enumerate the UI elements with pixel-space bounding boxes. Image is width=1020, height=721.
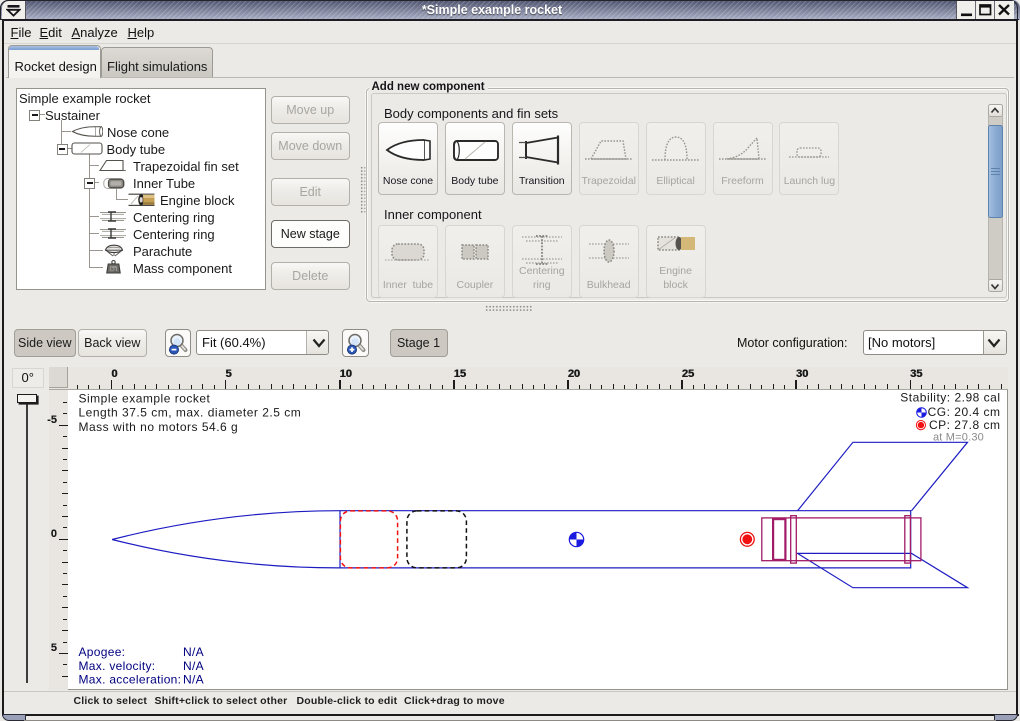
svg-text:at M=0.30: at M=0.30 xyxy=(932,431,983,443)
svg-text:N/A: N/A xyxy=(183,645,204,659)
svg-text:N/A: N/A xyxy=(183,658,204,672)
svg-text:Simple example rocket: Simple example rocket xyxy=(78,391,210,405)
svg-text:Max. acceleration:: Max. acceleration: xyxy=(78,672,181,686)
svg-text:Stability: 2.98 cal: Stability: 2.98 cal xyxy=(900,390,1000,404)
svg-text:kg: kg xyxy=(111,267,116,272)
svg-text:Apogee:: Apogee: xyxy=(78,645,125,659)
svg-text:Length 37.5 cm, max. diameter: Length 37.5 cm, max. diameter 2.5 cm xyxy=(78,405,301,419)
svg-text:CG: 20.4 cm: CG: 20.4 cm xyxy=(927,404,1000,418)
svg-text:N/A: N/A xyxy=(183,672,204,686)
svg-text:CP: 27.8 cm: CP: 27.8 cm xyxy=(928,417,1000,431)
svg-text:Mass with no motors 54.6 g: Mass with no motors 54.6 g xyxy=(78,419,238,433)
svg-text:Max. velocity:: Max. velocity: xyxy=(78,658,155,672)
